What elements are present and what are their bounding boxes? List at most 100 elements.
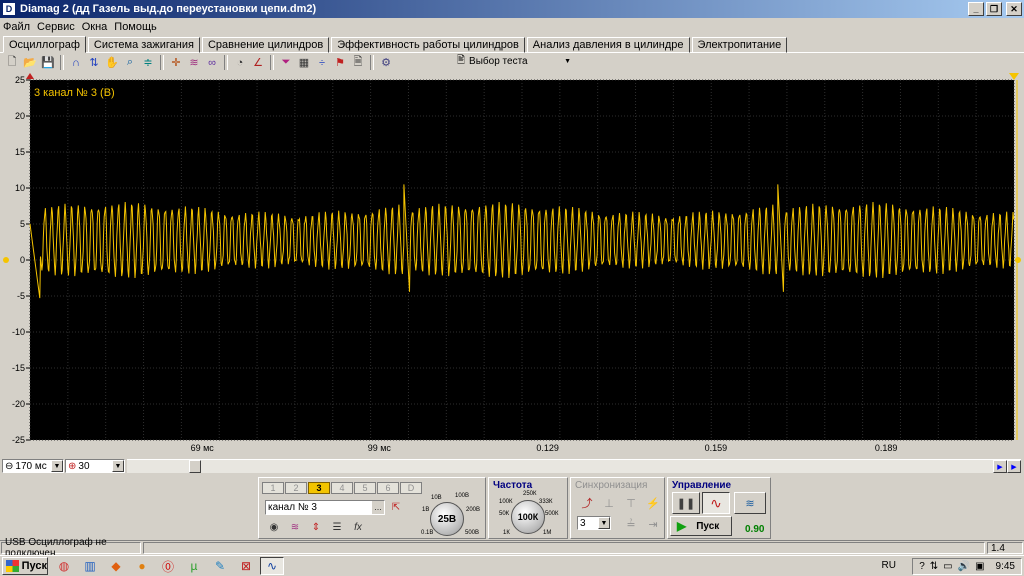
channel-button-1[interactable]: 1	[262, 482, 284, 494]
signal-icon[interactable]: ≋	[286, 520, 304, 534]
shield-icon[interactable]: ▣	[975, 561, 984, 572]
eye-icon[interactable]: ◉	[265, 520, 283, 534]
function-icon[interactable]: fx	[349, 520, 367, 534]
chrome-icon[interactable]: ◍	[52, 557, 76, 575]
frequency-value: 100К	[517, 512, 539, 522]
split-icon[interactable]: ÷	[313, 54, 331, 71]
tab-ignition-system[interactable]: Система зажигания	[87, 37, 200, 53]
channel-button-d[interactable]: D	[400, 482, 422, 494]
menu-help[interactable]: Помощь	[114, 21, 157, 33]
sync-channel-value: 3	[580, 517, 586, 529]
lines-icon[interactable]: ☰	[328, 520, 346, 534]
document-icon[interactable]: 🗎	[349, 54, 367, 71]
media-icon[interactable]: ◆	[104, 557, 128, 575]
sync-align-icon[interactable]: ≟	[621, 516, 641, 532]
frequency-title: Частота	[493, 480, 533, 491]
explorer-icon[interactable]: ▥	[78, 557, 102, 575]
settings-gear-icon[interactable]: ⚙	[377, 54, 395, 71]
horizontal-scrollbar[interactable]: ▶ ▶	[127, 459, 1021, 473]
sync-channel-combo[interactable]: 3 ▼	[577, 516, 611, 530]
pause-button[interactable]: ❚❚	[672, 492, 700, 514]
channel-button-6[interactable]: 6	[377, 482, 399, 494]
oscilloscope-chart[interactable]: 25 20 15 10 5 0 -5 -10 -15 -20 -25 69 мс 99 мс 0.129 0…	[0, 72, 1024, 459]
utorrent-icon[interactable]: µ	[182, 557, 206, 575]
filter-icon[interactable]: ⏷	[277, 54, 295, 71]
table-icon[interactable]: ▦	[295, 54, 313, 71]
browse-icon[interactable]: …	[372, 501, 384, 514]
y-tick-label: 0	[20, 255, 25, 265]
new-file-icon[interactable]: 🗋	[3, 54, 21, 71]
open-file-icon[interactable]: 📂	[21, 54, 39, 71]
save-file-icon[interactable]: 💾	[39, 54, 57, 71]
cursor-measure-icon[interactable]: ⇅	[85, 54, 103, 71]
channel-button-3[interactable]: 3	[308, 482, 330, 494]
paint-icon[interactable]: ✎	[208, 557, 232, 575]
lissajous-icon[interactable]: ∞	[203, 54, 221, 71]
sync-auto-icon[interactable]: ⚡	[643, 495, 663, 511]
network-icon[interactable]: ⇅	[930, 561, 938, 572]
cursor-marker-icon	[1009, 73, 1019, 80]
start-label: Пуск	[696, 520, 720, 532]
channel-panel: 1 2 3 4 5 6 D канал № 3 … ⇱ ◉ ≋ ⇕ ☰ fx 2…	[258, 477, 486, 539]
monitor-icon[interactable]: ▭	[943, 561, 952, 572]
test-select-dropdown[interactable]: 🖹 Выбор теста ▼	[457, 53, 575, 70]
marker-flag-icon[interactable]: ⚑	[331, 54, 349, 71]
close-button[interactable]: ✕	[1006, 2, 1022, 16]
oscilloscope-area[interactable]: 25 20 15 10 5 0 -5 -10 -15 -20 -25 69 мс 99 мс 0.129 0…	[0, 72, 1024, 459]
keyboard-language[interactable]: RU	[882, 560, 896, 571]
recorder-mode-button[interactable]: ≋	[734, 492, 766, 514]
gauge-icon[interactable]: ◔	[231, 54, 249, 71]
sync-level-down-icon[interactable]: ⊤	[621, 495, 641, 511]
scroll-end-icon[interactable]: ▶	[1007, 460, 1021, 473]
tab-cylinder-comparison[interactable]: Сравнение цилиндров	[201, 37, 330, 53]
chevron-down-icon: ▼	[51, 460, 63, 472]
status-connection: USB Осциллограф не подключен	[1, 537, 141, 559]
start-button[interactable]: ▶ Пуск	[670, 516, 732, 536]
management-title: Управление	[672, 480, 732, 491]
sync-panel: Синхронизация ⤴ ⊥ ⊤ ⚡ 3 ▼ ≟ ⇥	[570, 477, 665, 539]
start-menu-button[interactable]: Пуск	[2, 557, 48, 575]
channel-button-5[interactable]: 5	[354, 482, 376, 494]
zoom-combo[interactable]: ⊕ 30 ▼	[65, 459, 125, 473]
clock-time: 9:45	[995, 561, 1015, 572]
tab-cylinder-pressure[interactable]: Анализ давления в цилиндре	[526, 37, 690, 53]
hand-pan-icon[interactable]: ✋	[103, 54, 121, 71]
play-icon: ▶	[677, 519, 687, 533]
menu-windows[interactable]: Окна	[82, 21, 108, 33]
scrollbar-thumb[interactable]	[189, 460, 201, 473]
sync-shift-icon[interactable]: ⇥	[643, 516, 663, 532]
firefox-icon[interactable]: ●	[130, 557, 154, 575]
scroll-right-icon[interactable]: ▶	[993, 460, 1007, 473]
tab-power-supply[interactable]: Электропитание	[691, 37, 788, 53]
frequency-knob[interactable]: 100К	[511, 500, 545, 534]
timebase-combo[interactable]: ⊖ 170 мс ▼	[2, 459, 64, 473]
help-icon[interactable]: ?	[919, 561, 925, 572]
channel-export-icon[interactable]: ⇱	[387, 500, 405, 514]
cursor-arc-icon[interactable]: ∩	[67, 54, 85, 71]
voltage-knob[interactable]: 25В	[430, 502, 464, 536]
channel-name-field[interactable]: канал № 3 …	[265, 500, 385, 515]
scale-arrows-icon[interactable]: ⇕	[307, 520, 325, 534]
channel-button-2[interactable]: 2	[285, 482, 307, 494]
sine-mode-button[interactable]: ∿	[702, 492, 730, 514]
tab-cylinder-efficiency[interactable]: Эффективность работы цилиндров	[331, 37, 525, 53]
scope-app-icon[interactable]: ⊠	[234, 557, 258, 575]
sync-level-up-icon[interactable]: ⊥	[599, 495, 619, 511]
channel-button-4[interactable]: 4	[331, 482, 353, 494]
crosshair-icon[interactable]: ✛	[167, 54, 185, 71]
sync-rising-edge-icon[interactable]: ⤴	[577, 495, 597, 511]
waves-icon[interactable]: ≋	[185, 54, 203, 71]
angle-zero-icon[interactable]: ∠	[249, 54, 267, 71]
zoom-icon[interactable]: ⌕	[121, 54, 139, 71]
opera-icon[interactable]: ⓪	[156, 557, 180, 575]
minimize-button[interactable]: _	[968, 2, 984, 16]
diamag-app-icon[interactable]: ∿	[260, 557, 284, 575]
timebase-value: 170 мс	[15, 460, 47, 472]
volume-icon[interactable]: 🔊	[958, 561, 970, 572]
fit-vertical-icon[interactable]: ≑	[139, 54, 157, 71]
tab-oscilloscope[interactable]: Осциллограф	[3, 36, 86, 53]
restore-button[interactable]: ❐	[986, 2, 1002, 16]
menu-file[interactable]: Файл	[3, 21, 30, 33]
menu-service[interactable]: Сервис	[37, 21, 75, 33]
voltage-value: 25В	[437, 513, 457, 525]
